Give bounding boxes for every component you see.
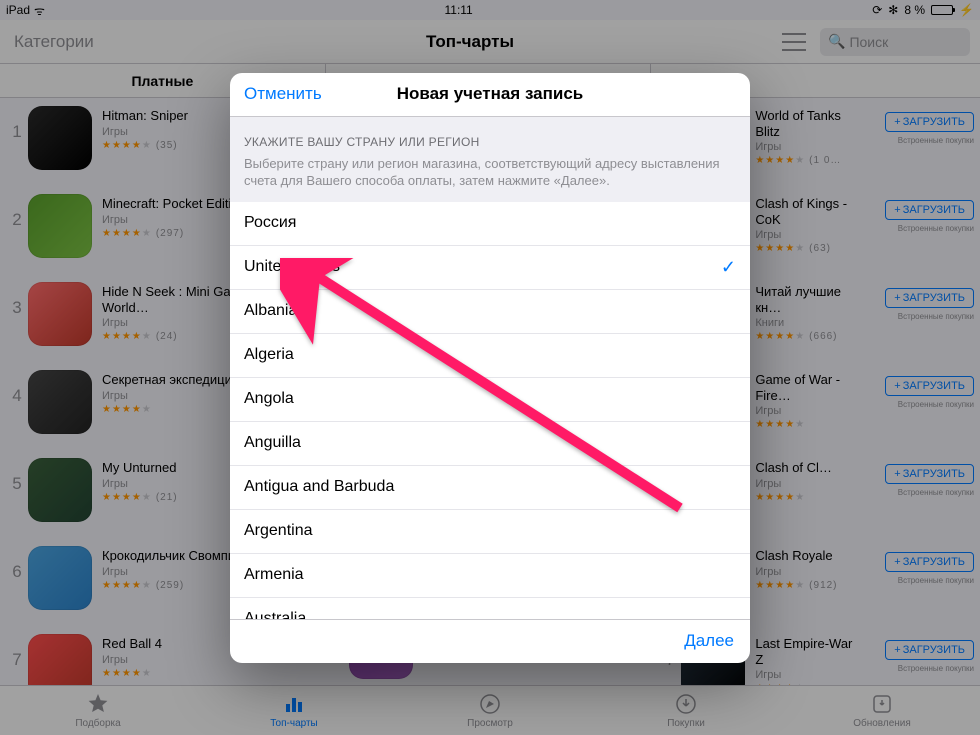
country-row[interactable]: Armenia <box>230 554 750 598</box>
cancel-button[interactable]: Отменить <box>244 84 322 104</box>
country-row[interactable]: Australia <box>230 598 750 619</box>
checkmark-icon: ✓ <box>721 257 736 278</box>
country-row[interactable]: Albania <box>230 290 750 334</box>
country-list[interactable]: Россия United States ✓ Albania Algeria Angola… <box>230 202 750 619</box>
country-row[interactable]: Россия <box>230 202 750 246</box>
country-row[interactable]: Algeria <box>230 334 750 378</box>
instructions-text: Выберите страну или регион магазина, соо… <box>244 155 736 190</box>
country-label: Australia <box>244 610 306 618</box>
country-label: Angola <box>244 390 294 408</box>
country-label: United States <box>244 258 340 276</box>
country-label: Antigua and Barbuda <box>244 478 394 496</box>
next-button[interactable]: Далее <box>684 631 734 651</box>
modal-header: Отменить Новая учетная запись <box>230 73 750 117</box>
instructions-heading: УКАЖИТЕ ВАШУ СТРАНУ ИЛИ РЕГИОН <box>244 135 736 149</box>
country-row[interactable]: United States ✓ <box>230 246 750 290</box>
modal-instructions: УКАЖИТЕ ВАШУ СТРАНУ ИЛИ РЕГИОН Выберите … <box>230 117 750 202</box>
country-row[interactable]: Anguilla <box>230 422 750 466</box>
screen: iPad ᯤ 11:11 ⟳ ✻ 8 % ⚡ Категории Топ-чар… <box>0 0 980 735</box>
country-label: Argentina <box>244 522 313 540</box>
country-label: Россия <box>244 214 296 232</box>
modal-footer: Далее <box>230 619 750 663</box>
country-row[interactable]: Argentina <box>230 510 750 554</box>
country-label: Algeria <box>244 346 294 364</box>
country-row[interactable]: Antigua and Barbuda <box>230 466 750 510</box>
country-row[interactable]: Angola <box>230 378 750 422</box>
country-label: Albania <box>244 302 297 320</box>
country-label: Anguilla <box>244 434 301 452</box>
new-account-modal: Отменить Новая учетная запись УКАЖИТЕ ВА… <box>230 73 750 663</box>
country-label: Armenia <box>244 566 304 584</box>
